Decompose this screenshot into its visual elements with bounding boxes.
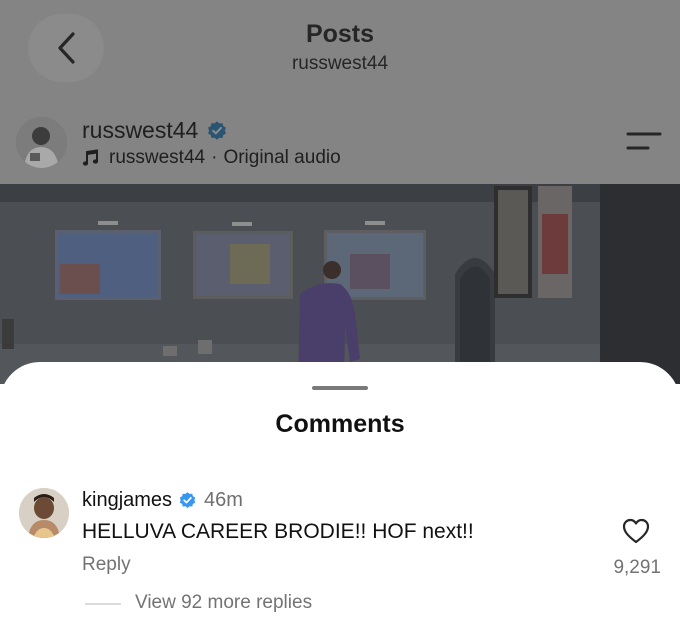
post-video[interactable]	[0, 184, 680, 384]
view-more-replies-button[interactable]: View 92 more replies	[135, 592, 312, 614]
music-note-icon	[82, 149, 99, 166]
author-username[interactable]: russwest44	[82, 117, 198, 144]
page-title: Posts	[305, 20, 375, 48]
page-subtitle: russwest44	[291, 53, 389, 74]
author-row: russwest44	[82, 117, 228, 144]
video-frame-image	[0, 184, 680, 384]
author-avatar[interactable]	[16, 117, 67, 168]
comment-text: HELLUVA CAREER BRODIE!! HOF next!!	[82, 520, 474, 543]
commenter-avatar[interactable]	[19, 488, 69, 538]
verified-badge-icon	[208, 120, 227, 140]
comment-timestamp: 46m	[204, 489, 243, 511]
replies-divider	[85, 603, 121, 605]
post-header: Posts russwest44 russwest44 russwest44 ·…	[0, 0, 680, 184]
reply-button[interactable]: Reply	[82, 554, 131, 576]
sheet-title: Comments	[275, 410, 405, 438]
audio-row[interactable]: russwest44 · Original audio	[82, 147, 341, 169]
audio-artist: russwest44	[109, 147, 206, 168]
heart-icon[interactable]	[622, 518, 650, 544]
audio-label: Original audio	[223, 147, 341, 168]
verified-badge-icon	[179, 492, 196, 509]
comment-meta: kingjames 46m	[82, 489, 243, 512]
sheet-grabber[interactable]	[312, 386, 368, 390]
comments-sheet: Comments kingjames 46m HELLUVA CAREER BR…	[0, 362, 680, 632]
like-count: 9,291	[613, 557, 661, 578]
audio-separator: ·	[211, 147, 218, 168]
commenter-username[interactable]: kingjames	[82, 489, 172, 512]
menu-icon[interactable]	[626, 131, 662, 151]
